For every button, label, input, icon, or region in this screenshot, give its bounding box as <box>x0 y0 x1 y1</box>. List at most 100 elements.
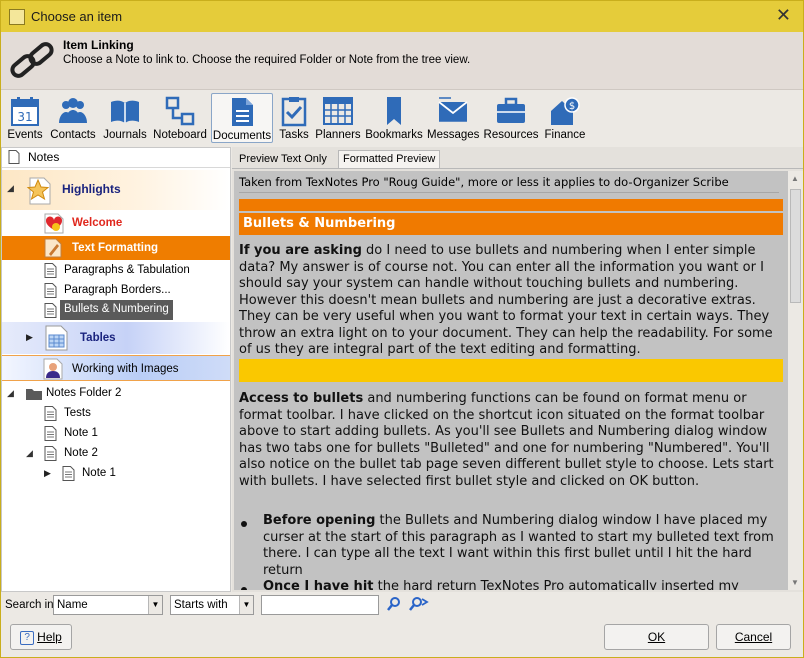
toolbar-noteboard[interactable]: Noteboard <box>153 93 207 143</box>
clipboard-check-icon <box>281 97 307 127</box>
formatted-preview[interactable]: Taken from TexNotes Pro "Roug Guide", mo… <box>234 171 788 590</box>
search-icon[interactable] <box>387 596 401 612</box>
tree-item-label: Paragraphs & Tabulation <box>64 264 190 276</box>
tree-item-paragraph-borders[interactable]: Paragraph Borders... <box>2 281 230 301</box>
search-mode-select[interactable]: Starts with ▼ <box>170 595 254 615</box>
toolbar-bookmarks[interactable]: Bookmarks <box>365 93 423 143</box>
document-icon <box>44 263 57 278</box>
search-input[interactable] <box>261 595 379 615</box>
tree-item-highlights[interactable]: ◢ Highlights <box>2 170 230 210</box>
chevron-down-icon[interactable]: ▼ <box>239 596 253 614</box>
toolbar-messages[interactable]: Messages <box>427 93 479 143</box>
divider <box>239 192 779 193</box>
tree-item-label: Tables <box>80 332 116 344</box>
preview-tabs: Preview Text Only Formatted Preview <box>232 147 803 169</box>
document-icon <box>232 98 253 126</box>
tree-item-welcome[interactable]: Welcome <box>2 210 230 236</box>
toolbar-finance[interactable]: $ Finance <box>543 93 587 143</box>
paragraph-lead: Access to bullets <box>239 391 364 406</box>
tree-item-note-1-nested[interactable]: ▶ Note 1 <box>2 464 230 484</box>
search-field-select[interactable]: Name ▼ <box>53 595 163 615</box>
tree-expander-open-icon[interactable]: ◢ <box>7 183 14 194</box>
toolbar-tasks[interactable]: Tasks <box>277 93 311 143</box>
tree-item-paragraphs[interactable]: Paragraphs & Tabulation <box>2 261 230 281</box>
header-title: Item Linking <box>63 38 134 52</box>
tree-item-tables[interactable]: ▶ Tables <box>2 322 230 354</box>
toolbar-label: Journals <box>103 129 147 141</box>
document-icon <box>44 283 57 298</box>
toolbar-label: Bookmarks <box>365 129 423 141</box>
tab-preview-text-only[interactable]: Preview Text Only <box>234 150 332 168</box>
search-next-icon[interactable] <box>409 596 429 612</box>
calendar-badge: 31 <box>17 110 32 124</box>
heart-note-icon <box>44 213 64 234</box>
tree-item-label: Note 1 <box>64 427 98 439</box>
close-button[interactable]: ✕ <box>776 5 791 26</box>
toolbar-label: Finance <box>544 129 586 141</box>
bullet-item-2: Once I have hit the hard return TexNotes… <box>263 579 783 590</box>
help-button[interactable]: ? Help <box>10 624 72 650</box>
envelope-icon <box>438 97 468 122</box>
header-description: Choose a Note to link to. Choose the req… <box>63 54 471 66</box>
tree-item-label: Working with Images <box>72 363 179 375</box>
preview-scrollbar[interactable]: ▲ ▼ <box>788 171 803 590</box>
orange-band <box>239 199 783 211</box>
paragraph-lead: Once I have hit <box>263 579 374 590</box>
scroll-down-icon[interactable]: ▼ <box>791 578 799 587</box>
title-bar: Choose an item ✕ <box>1 1 803 32</box>
paragraph-text: the hard return TexNotes Pro automatical… <box>373 579 739 590</box>
cancel-label: Cancel <box>734 630 773 644</box>
tree-expander-closed-icon[interactable]: ▶ <box>44 468 51 479</box>
cancel-button[interactable]: Cancel <box>716 624 791 650</box>
toolbar-label: Documents <box>212 130 272 142</box>
tree-item-label: Highlights <box>62 182 121 196</box>
toolbar-resources[interactable]: Resources <box>483 93 539 143</box>
scroll-up-icon[interactable]: ▲ <box>791 174 799 183</box>
tree-item-tests[interactable]: Tests <box>2 404 230 424</box>
help-label: Help <box>37 630 62 644</box>
tree-expander-open-icon[interactable]: ◢ <box>26 448 33 459</box>
pen-note-icon <box>44 238 62 258</box>
ok-button[interactable]: OK <box>604 624 709 650</box>
book-icon <box>111 100 139 123</box>
tree-header: Notes <box>2 148 230 168</box>
tab-formatted-preview[interactable]: Formatted Preview <box>338 150 441 168</box>
toolbar-label: Planners <box>315 129 361 141</box>
portrait-note-icon <box>43 358 63 380</box>
table-note-icon <box>45 325 68 351</box>
search-bar: Search in Name ▼ Starts with ▼ <box>1 593 803 617</box>
tree-item-text-formatting[interactable]: Text Formatting <box>2 236 230 260</box>
tree-expander-closed-icon[interactable]: ▶ <box>26 332 33 343</box>
paragraph-lead: Before opening <box>263 513 376 528</box>
planner-grid-icon <box>323 97 353 125</box>
toolbar-contacts[interactable]: Contacts <box>49 93 97 143</box>
document-icon <box>44 406 57 421</box>
dialog-window: Choose an item ✕ Item Linking Choose a N… <box>0 0 804 658</box>
tree-item-note-2[interactable]: ◢ Note 2 <box>2 444 230 464</box>
tree-item-bullets-numbering[interactable]: Bullets & Numbering <box>2 300 230 322</box>
help-icon: ? <box>20 630 35 645</box>
chain-link-icon <box>10 42 54 78</box>
tree-item-notes-folder-2[interactable]: ◢ Notes Folder 2 <box>2 384 230 404</box>
noteboard-icon <box>165 96 195 126</box>
tree-expander-open-icon[interactable]: ◢ <box>7 388 14 399</box>
document-icon <box>8 150 20 164</box>
tree-item-label: Tests <box>64 407 91 419</box>
scroll-thumb[interactable] <box>790 189 801 303</box>
module-toolbar: 31 Events Contacts Journals Noteboard Do… <box>1 91 803 145</box>
tree-item-note-1[interactable]: Note 1 <box>2 424 230 444</box>
search-label: Search in <box>5 599 54 611</box>
folder-icon <box>26 389 42 400</box>
tree-item-label: Note 2 <box>64 447 98 459</box>
notes-tree[interactable]: Notes ◢ Highlights Welcome Text Formatti… <box>1 147 231 592</box>
tree-header-label: Notes <box>28 150 60 164</box>
toolbar-events[interactable]: 31 Events <box>5 93 45 143</box>
preview-panel: Preview Text Only Formatted Preview Take… <box>232 147 803 592</box>
toolbar-journals[interactable]: Journals <box>101 93 149 143</box>
document-icon <box>44 446 57 461</box>
toolbar-planners[interactable]: Planners <box>315 93 361 143</box>
tree-item-working-with-images[interactable]: Working with Images <box>2 355 230 381</box>
toolbar-documents[interactable]: Documents <box>211 93 273 143</box>
people-icon <box>59 98 87 123</box>
chevron-down-icon[interactable]: ▼ <box>148 596 162 614</box>
